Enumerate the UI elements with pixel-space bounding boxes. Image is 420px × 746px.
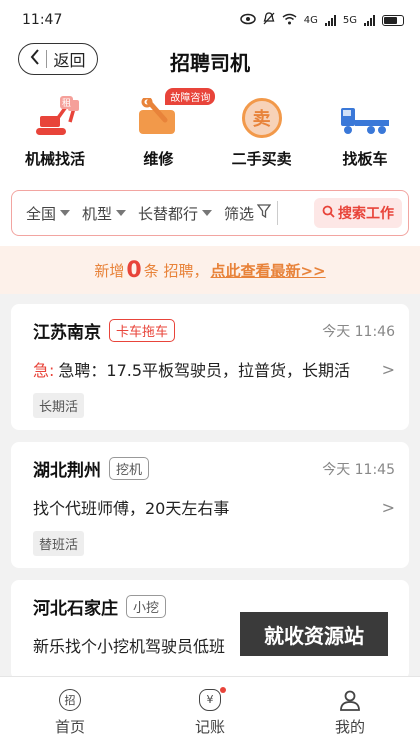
tab-mine[interactable]: 我的 — [310, 687, 390, 737]
category-label: 找板车 — [342, 150, 388, 168]
tab-label: 首页 — [54, 717, 85, 736]
job-term-chip: 替班活 — [33, 531, 85, 556]
search-label: 搜索工作 — [338, 206, 394, 222]
category-label: 二手买卖 — [231, 150, 292, 168]
divider — [277, 201, 279, 225]
category-machinery[interactable]: 租 机械找活 — [10, 90, 100, 182]
filter-label: 机型 — [82, 204, 113, 223]
signal-icon-2 — [364, 14, 375, 26]
back-label: 返回 — [53, 51, 86, 70]
job-description: 急聘：17.5平板驾驶员，拉普货，长期活 — [58, 361, 351, 380]
notice-count: 0 — [126, 257, 142, 283]
flatbed-truck-icon — [339, 96, 391, 140]
recruit-icon: 招 — [57, 687, 83, 713]
filter-machine-type[interactable]: 机型 — [82, 203, 127, 224]
search-jobs-button[interactable]: 搜索工作 — [314, 198, 402, 228]
watermark: 就收资源站 — [240, 612, 388, 656]
job-card[interactable]: 江苏南京 卡车拖车 今天 11:46 急: 急聘：17.5平板驾驶员，拉普货，长… — [11, 304, 409, 430]
back-button[interactable]: 返回 — [18, 43, 98, 75]
filter-section: 全国 机型 长替都行 筛选 搜索工作 — [0, 182, 420, 246]
filter-bar: 全国 机型 长替都行 筛选 搜索工作 — [11, 190, 409, 236]
filter-more[interactable]: 筛选 — [224, 203, 272, 224]
excavator-icon — [29, 96, 81, 140]
tab-label: 记账 — [194, 717, 225, 736]
signal-icon — [324, 14, 336, 26]
mute-bell-icon — [263, 12, 275, 28]
category-row: 租 机械找活 故障咨询 维修 卖 二手买卖 找板车 — [0, 82, 420, 182]
divider — [46, 50, 48, 68]
chevron-left-icon — [30, 49, 40, 69]
app-header: 返回 招聘司机 — [0, 40, 420, 82]
chevron-right-icon: > — [381, 497, 395, 517]
job-type-tag: 卡车拖车 — [109, 319, 176, 342]
job-location: 湖北荆州 — [33, 461, 101, 481]
category-label: 机械找活 — [24, 150, 85, 168]
job-term-chip: 长期活 — [33, 393, 85, 418]
status-icons: 4G 5G — [240, 12, 404, 28]
network-5g-label: 5G — [342, 14, 357, 26]
job-time: 今天 11:46 — [322, 323, 395, 340]
category-repair[interactable]: 故障咨询 维修 — [113, 88, 216, 182]
funnel-icon — [256, 204, 272, 222]
filter-region[interactable]: 全国 — [26, 203, 71, 224]
sell-glyph: 卖 — [241, 98, 282, 138]
new-jobs-notice[interactable]: 新增 0 条 招聘， 点此查看最新>> — [0, 246, 420, 294]
fault-consult-badge: 故障咨询 — [165, 88, 216, 105]
job-description: 找个代班师傅，20天左右事 — [33, 499, 230, 518]
filter-label: 全国 — [26, 204, 57, 223]
sell-icon: 卖 — [236, 96, 288, 140]
battery-icon — [382, 14, 404, 26]
job-type-tag: 小挖 — [126, 595, 167, 618]
caret-down-icon — [116, 210, 127, 216]
job-time: 今天 11:45 — [322, 461, 395, 478]
bottom-tab-bar: 招 首页 ¥ 记账 我的 — [0, 676, 420, 746]
recruit-glyph: 招 — [59, 688, 81, 711]
chevron-right-icon: > — [381, 359, 395, 379]
notification-dot — [220, 686, 226, 693]
filter-job-term[interactable]: 长替都行 — [138, 203, 213, 224]
category-label: 维修 — [143, 150, 174, 168]
job-card[interactable]: 湖北荆州 挖机 今天 11:45 找个代班师傅，20天左右事 > 替班活 — [11, 442, 409, 568]
wifi-icon — [282, 13, 297, 28]
status-time: 11:47 — [22, 12, 63, 28]
category-flatbed[interactable]: 找板车 — [320, 90, 410, 182]
money-glyph: ¥ — [199, 688, 221, 711]
search-icon — [322, 205, 335, 222]
caret-down-icon — [60, 210, 71, 216]
page-title: 招聘司机 — [170, 50, 250, 75]
job-location: 河北石家庄 — [33, 599, 118, 619]
notice-middle: 条 招聘， — [143, 261, 209, 280]
category-secondhand[interactable]: 卖 二手买卖 — [217, 90, 307, 182]
status-bar: 11:47 4G 5G — [0, 0, 420, 40]
tab-bookkeeping[interactable]: ¥ 记账 — [170, 686, 250, 737]
job-type-tag: 挖机 — [109, 457, 150, 480]
filter-label: 筛选 — [224, 204, 255, 223]
urgent-label: 急: — [33, 361, 55, 380]
filter-label: 长替都行 — [138, 204, 199, 223]
tab-home[interactable]: 招 首页 — [30, 687, 110, 737]
eye-icon — [240, 13, 256, 28]
caret-down-icon — [202, 210, 213, 216]
view-latest-link[interactable]: 点此查看最新>> — [210, 260, 325, 281]
user-icon — [337, 687, 363, 713]
rent-mini-badge: 租 — [60, 96, 74, 109]
network-4g-label: 4G — [303, 14, 318, 26]
notice-prefix: 新增 — [94, 261, 125, 280]
job-location: 江苏南京 — [33, 323, 101, 343]
tab-label: 我的 — [334, 717, 365, 736]
